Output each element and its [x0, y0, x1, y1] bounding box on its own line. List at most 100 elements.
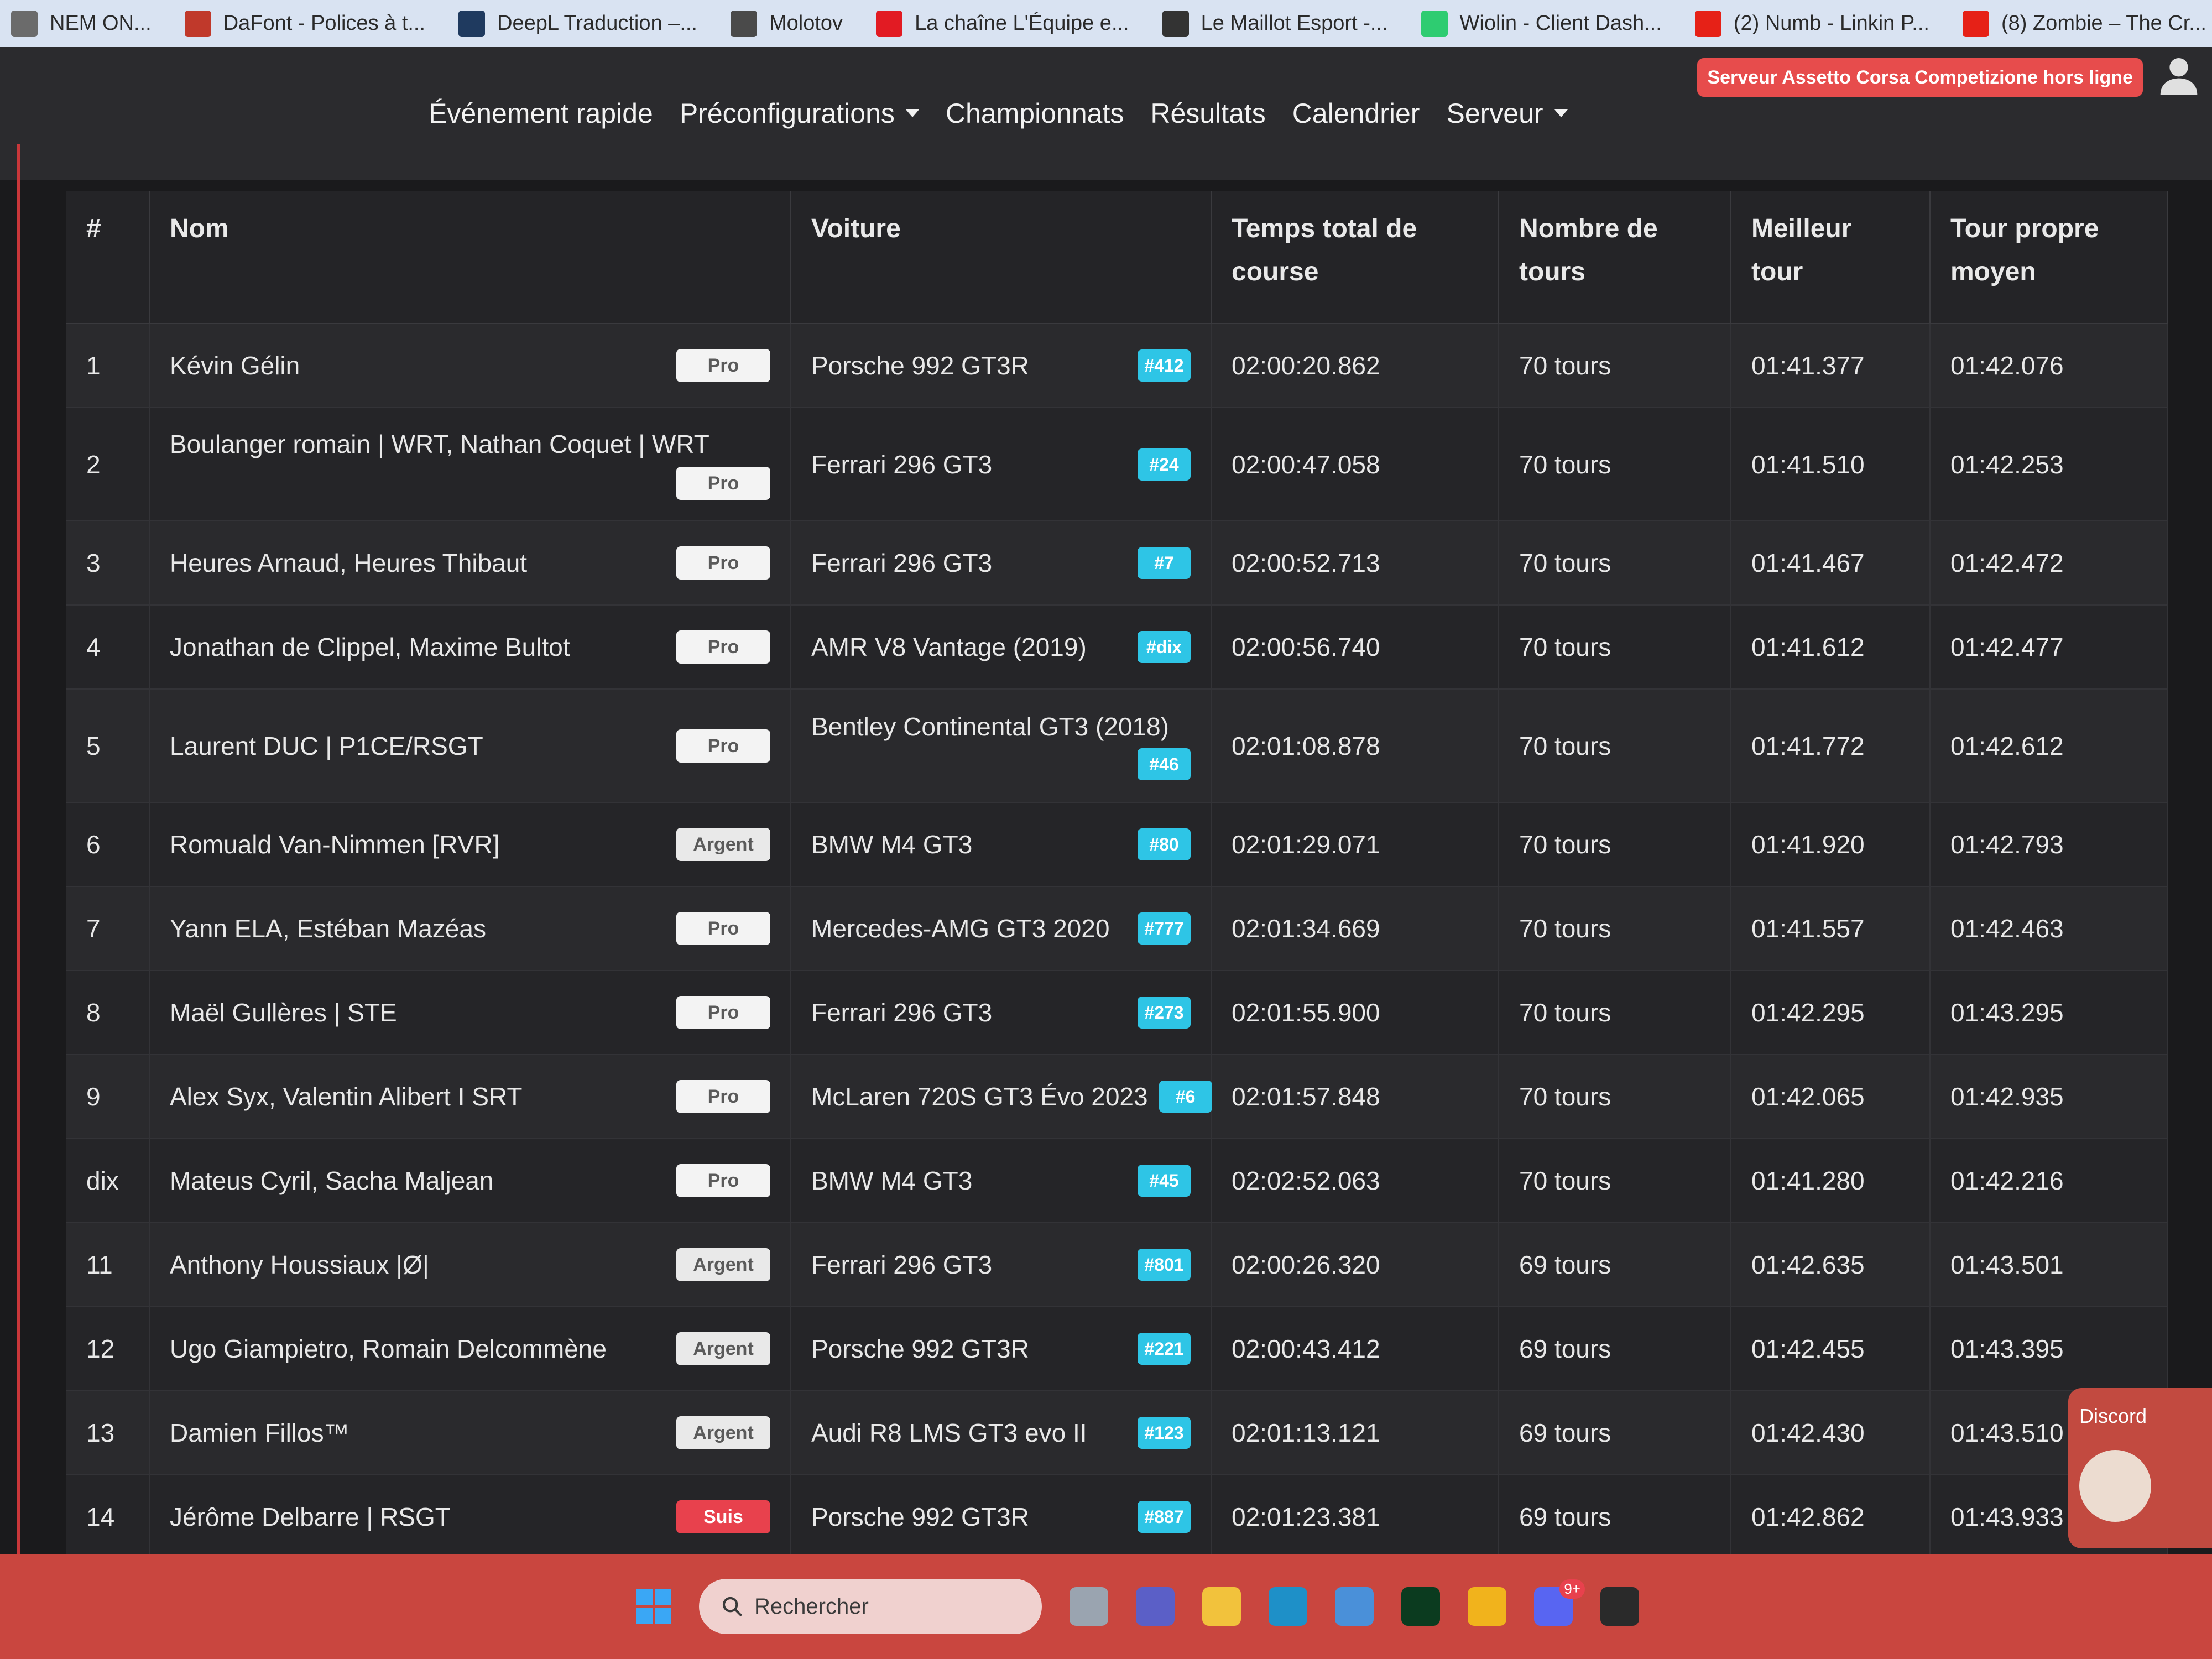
- category-badge: Pro: [676, 630, 770, 664]
- nav-item[interactable]: Événement rapide: [429, 97, 653, 129]
- bookmark-item[interactable]: DaFont - Polices à t...: [184, 10, 425, 37]
- laps-cell: 70 tours: [1499, 971, 1731, 1055]
- driver-name[interactable]: Kévin Gélin: [170, 351, 300, 380]
- total-time-cell: 02:00:20.862: [1211, 324, 1499, 408]
- nav-item[interactable]: Résultats: [1150, 97, 1265, 129]
- driver-name[interactable]: Jérôme Delbarre | RSGT: [170, 1502, 451, 1532]
- table-row[interactable]: 11 Anthony Houssiaux |Ø| Argent Ferrari 296…: [66, 1223, 2168, 1307]
- position-cell: 9: [66, 1055, 150, 1139]
- table-row[interactable]: 13 Damien Fillos™ Argent Audi R8 LMS GT3 ev…: [66, 1391, 2168, 1475]
- category-badge: Argent: [676, 1332, 770, 1365]
- pt-app-icon[interactable]: [1401, 1587, 1440, 1626]
- total-time-cell: 02:00:52.713: [1211, 521, 1499, 606]
- bookmark-item[interactable]: La chaîne L'Équipe e...: [876, 10, 1129, 37]
- driver-name[interactable]: Mateus Cyril, Sacha Maljean: [170, 1166, 493, 1196]
- car-name: Ferrari 296 GT3: [811, 1250, 993, 1279]
- nav-item[interactable]: Préconfigurations: [680, 97, 919, 129]
- col-header-position[interactable]: #: [66, 191, 150, 324]
- col-header-laps[interactable]: Nombre de tours: [1499, 191, 1731, 324]
- car-wrapper: Mercedes-AMG GT3 2020 #777: [811, 912, 1191, 945]
- col-header-car[interactable]: Voiture: [791, 191, 1212, 324]
- car-number-badge: #6: [1159, 1081, 1212, 1113]
- teams-icon[interactable]: [1136, 1587, 1175, 1626]
- bookmark-item[interactable]: DeepL Traduction –...: [458, 10, 697, 37]
- driver-cell: Anthony Houssiaux |Ø| Argent: [149, 1223, 791, 1307]
- task-view-icon[interactable]: [1070, 1587, 1108, 1626]
- table-row[interactable]: 1 Kévin Gélin Pro Porsche 992 GT3R #412 02:00…: [66, 324, 2168, 408]
- car-wrapper: AMR V8 Vantage (2019) #dix: [811, 631, 1191, 663]
- car-cell: Bentley Continental GT3 (2018) #46: [791, 689, 1212, 803]
- driver-name[interactable]: Alex Syx, Valentin Alibert I SRT: [170, 1082, 522, 1112]
- chrome-icon[interactable]: [1468, 1587, 1506, 1626]
- table-row[interactable]: 12 Ugo Giampietro, Romain Delcommène Argen…: [66, 1307, 2168, 1391]
- total-time-cell: 02:00:43.412: [1211, 1307, 1499, 1391]
- table-row[interactable]: 3 Heures Arnaud, Heures Thibaut Pro Ferrari…: [66, 521, 2168, 606]
- driver-name[interactable]: Anthony Houssiaux |Ø|: [170, 1250, 429, 1280]
- bookmark-item[interactable]: (8) Zombie – The Cr...: [1962, 10, 2206, 37]
- bookmark-item[interactable]: Le Maillot Esport -...: [1162, 10, 1388, 37]
- col-header-total-time[interactable]: Temps total de course: [1211, 191, 1499, 324]
- avg-lap-cell: 01:42.076: [1930, 324, 2168, 408]
- bookmark-item[interactable]: Wiolin - Client Dash...: [1421, 10, 1662, 37]
- car-number-badge: #dix: [1138, 631, 1191, 663]
- position-cell: 13: [66, 1391, 150, 1475]
- edge-icon[interactable]: [1269, 1587, 1307, 1626]
- avg-lap-cell: 01:42.216: [1930, 1139, 2168, 1223]
- driver-wrapper: Boulanger romain | WRT, Nathan Coquet | …: [170, 429, 770, 500]
- table-row[interactable]: 14 Jérôme Delbarre | RSGT Suis Porsche 992 …: [66, 1475, 2168, 1559]
- driver-name[interactable]: Boulanger romain | WRT, Nathan Coquet | …: [170, 429, 709, 459]
- driver-name[interactable]: Laurent DUC | P1CE/RSGT: [170, 731, 483, 761]
- driver-name[interactable]: Jonathan de Clippel, Maxime Bultot: [170, 632, 570, 662]
- nav-item[interactable]: Calendrier: [1292, 97, 1420, 129]
- avg-lap-cell: 01:42.935: [1930, 1055, 2168, 1139]
- driver-name[interactable]: Romuald Van-Nimmen [RVR]: [170, 830, 500, 859]
- table-row[interactable]: 7 Yann ELA, Estéban Mazéas Pro Mercedes-AMG…: [66, 886, 2168, 971]
- table-row[interactable]: dix Mateus Cyril, Sacha Maljean Pro BMW M4 …: [66, 1139, 2168, 1223]
- driver-name[interactable]: Maël Gullères | STE: [170, 998, 397, 1027]
- table-row[interactable]: 5 Laurent DUC | P1CE/RSGT Pro Bentley Conti…: [66, 689, 2168, 803]
- table-row[interactable]: 6 Romuald Van-Nimmen [RVR] Argent BMW M4 GT…: [66, 802, 2168, 887]
- table-row[interactable]: 8 Maël Gullères | STE Pro Ferrari 296 GT3 #2…: [66, 971, 2168, 1055]
- nav-item[interactable]: Serveur: [1446, 97, 1568, 129]
- taskbar: Rechercher 9+: [0, 1554, 2212, 1659]
- driver-name[interactable]: Ugo Giampietro, Romain Delcommène: [170, 1334, 607, 1364]
- bookmark-item[interactable]: Molotov: [731, 10, 843, 37]
- col-header-name[interactable]: Nom: [149, 191, 791, 324]
- discord-icon[interactable]: 9+: [1534, 1579, 1585, 1626]
- total-time-cell: 02:01:13.121: [1211, 1391, 1499, 1475]
- driver-wrapper: Yann ELA, Estéban Mazéas Pro: [170, 912, 770, 945]
- best-lap-cell: 01:41.467: [1731, 521, 1931, 606]
- table-row[interactable]: 4 Jonathan de Clippel, Maxime Bultot Pro AM…: [66, 605, 2168, 690]
- driver-name[interactable]: Damien Fillos™: [170, 1418, 349, 1448]
- table-row[interactable]: 9 Alex Syx, Valentin Alibert I SRT Pro McLa…: [66, 1055, 2168, 1139]
- car-name: AMR V8 Vantage (2019): [811, 633, 1087, 661]
- table-row[interactable]: 2 Boulanger romain | WRT, Nathan Coquet |…: [66, 408, 2168, 521]
- total-time-cell: 02:01:55.900: [1211, 971, 1499, 1055]
- laps-cell: 70 tours: [1499, 408, 1731, 521]
- driver-wrapper: Laurent DUC | P1CE/RSGT Pro: [170, 729, 770, 763]
- results-table: # Nom Voiture Temps total de course Nomb…: [66, 191, 2168, 1644]
- windows-start-icon[interactable]: [636, 1589, 671, 1624]
- car-wrapper: Ferrari 296 GT3 #24: [811, 448, 1191, 481]
- col-header-avg-lap[interactable]: Tour propre moyen: [1930, 191, 2168, 324]
- discord-notification[interactable]: Discord: [2068, 1388, 2212, 1548]
- bookmark-item[interactable]: NEM ON...: [11, 10, 152, 37]
- bookmark-favicon-icon: [1962, 10, 1989, 37]
- car-name: Porsche 992 GT3R: [811, 351, 1029, 380]
- bookmark-item[interactable]: (2) Numb - Linkin P...: [1694, 10, 1929, 37]
- file-explorer-icon[interactable]: [1202, 1587, 1241, 1626]
- driver-wrapper: Alex Syx, Valentin Alibert I SRT Pro: [170, 1080, 770, 1113]
- total-time-cell: 02:01:29.071: [1211, 802, 1499, 887]
- driver-name[interactable]: Yann ELA, Estéban Mazéas: [170, 914, 486, 943]
- col-header-best-lap[interactable]: Meilleur tour: [1731, 191, 1931, 324]
- taskbar-search[interactable]: Rechercher: [699, 1579, 1042, 1634]
- bookmark-label: (2) Numb - Linkin P...: [1733, 12, 1929, 35]
- car-wrapper: Ferrari 296 GT3 #801: [811, 1249, 1191, 1281]
- user-icon[interactable]: [2157, 53, 2201, 97]
- car-number-badge: #123: [1138, 1417, 1191, 1449]
- position-cell: 3: [66, 521, 150, 606]
- acc-icon[interactable]: [1600, 1587, 1639, 1626]
- store-icon[interactable]: [1335, 1587, 1374, 1626]
- nav-item[interactable]: Championnats: [946, 97, 1124, 129]
- driver-name[interactable]: Heures Arnaud, Heures Thibaut: [170, 548, 527, 578]
